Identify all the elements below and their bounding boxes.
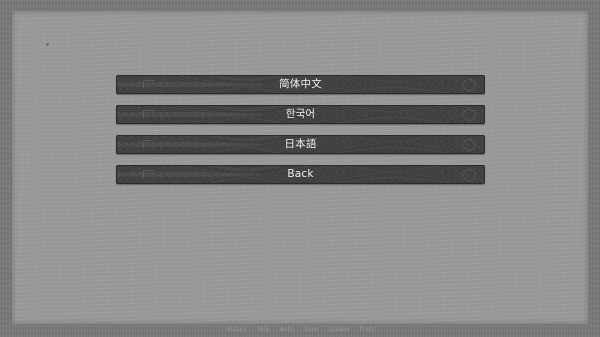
quick-menu-history[interactable]: History: [226, 326, 247, 333]
quick-menu-save[interactable]: Save: [304, 326, 319, 333]
language-button-korean[interactable]: 한국어: [116, 105, 485, 124]
ornament-icon: [463, 79, 476, 91]
menu-panel: 简体中文 한국어 日本語 Back: [12, 11, 588, 324]
language-button-simplified-chinese[interactable]: 简体中文: [116, 75, 485, 94]
quick-menu-skip[interactable]: Skip: [257, 326, 270, 333]
language-button-label: 日本語: [284, 138, 317, 150]
game-screen: 简体中文 한국어 日本語 Back History Skip Auto Save…: [0, 0, 600, 337]
quick-menu-prefs[interactable]: Prefs: [359, 326, 374, 333]
ornament-icon: [463, 169, 476, 181]
ornament-icon: [463, 109, 476, 121]
ornament-icon: [463, 139, 476, 151]
language-button-label: 简体中文: [279, 78, 322, 90]
language-menu: 简体中文 한국어 日本語 Back: [116, 75, 485, 195]
quick-menu: History Skip Auto Save Q.Save Prefs: [0, 325, 600, 335]
language-button-japanese[interactable]: 日本語: [116, 135, 485, 154]
quick-menu-auto[interactable]: Auto: [280, 326, 294, 333]
back-button[interactable]: Back: [116, 165, 485, 184]
quick-menu-quick-save[interactable]: Q.Save: [328, 326, 349, 333]
back-button-label: Back: [287, 168, 314, 180]
texture-speck: [46, 43, 49, 46]
language-button-label: 한국어: [285, 108, 316, 120]
